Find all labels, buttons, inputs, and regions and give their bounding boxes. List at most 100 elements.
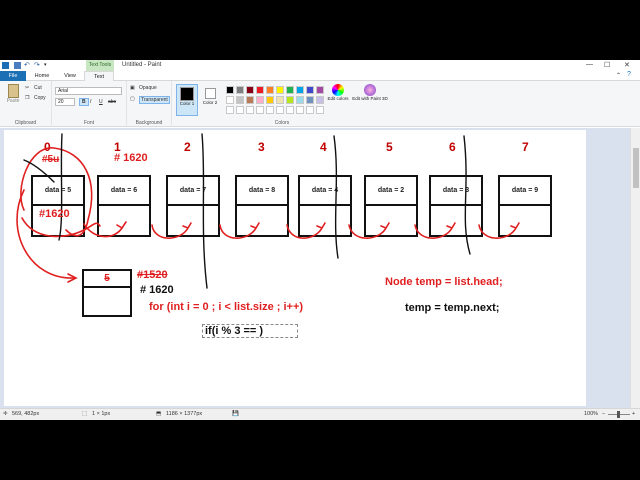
minimize-button[interactable]: — bbox=[586, 61, 593, 68]
ink-link-arrow bbox=[83, 221, 127, 238]
copy-button[interactable]: Copy bbox=[34, 95, 46, 101]
collapse-ribbon-icon[interactable]: ⌃ bbox=[616, 72, 621, 79]
zoom-in-button[interactable]: + bbox=[632, 411, 635, 417]
palette-swatch[interactable] bbox=[246, 96, 254, 104]
palette-swatch[interactable] bbox=[236, 86, 244, 94]
ink-link-arrow bbox=[348, 222, 390, 239]
paste-button[interactable]: Paste bbox=[4, 84, 22, 110]
palette-swatch-empty[interactable] bbox=[316, 106, 324, 114]
cursor-position-icon: ✛ bbox=[3, 411, 8, 417]
color1-swatch bbox=[180, 87, 194, 101]
palette-swatch-empty[interactable] bbox=[286, 106, 294, 114]
clipboard-group-label: Clipboard bbox=[14, 120, 37, 126]
paint3d-label: Edit with Paint 3D bbox=[352, 96, 388, 101]
tab-file[interactable]: File bbox=[0, 71, 26, 81]
palette-swatch-empty[interactable] bbox=[226, 106, 234, 114]
palette-swatch[interactable] bbox=[296, 86, 304, 94]
if-condition-textbox[interactable]: if(i % 3 == ) bbox=[202, 324, 299, 338]
font-group-label: Font bbox=[83, 120, 94, 126]
color1-button[interactable]: Color 1 bbox=[176, 84, 198, 116]
palette-swatch[interactable] bbox=[266, 86, 274, 94]
help-icon[interactable]: ? bbox=[627, 71, 631, 78]
palette-swatch[interactable] bbox=[296, 96, 304, 104]
edit-colors-label: Edit colors bbox=[327, 96, 349, 101]
background-group-label: Background bbox=[135, 120, 163, 126]
zoom-slider[interactable] bbox=[608, 411, 630, 418]
scroll-thumb[interactable] bbox=[633, 148, 639, 188]
palette-swatch[interactable] bbox=[316, 86, 324, 94]
palette-swatch[interactable] bbox=[226, 96, 234, 104]
palette-swatch-empty[interactable] bbox=[256, 106, 264, 114]
canvas-area[interactable]: 01234567 data = 5 data = 6 data = 7 data = … bbox=[0, 128, 640, 408]
zoom-slider-thumb[interactable] bbox=[617, 411, 620, 418]
strikethrough-button[interactable]: abc bbox=[108, 99, 116, 105]
font-group: Arial 20 B I U abc Font bbox=[52, 81, 127, 127]
palette-swatch[interactable] bbox=[286, 86, 294, 94]
temp-struck-address: #1520 bbox=[137, 269, 168, 281]
palette-swatch[interactable] bbox=[316, 96, 324, 104]
tab-text[interactable]: Text bbox=[84, 71, 114, 81]
italic-button[interactable]: I bbox=[90, 99, 91, 105]
temp-node-box: 5 bbox=[82, 269, 132, 317]
customize-quick-access-icon[interactable]: ▾ bbox=[44, 62, 51, 69]
palette-swatch[interactable] bbox=[276, 86, 284, 94]
paint-app-icon bbox=[2, 62, 9, 69]
ribbon-tabs: File Home View Text ⌃ ? bbox=[0, 71, 640, 81]
save-icon[interactable] bbox=[14, 62, 21, 69]
palette-swatch[interactable] bbox=[226, 86, 234, 94]
palette-swatch[interactable] bbox=[306, 96, 314, 104]
paste-label: Paste bbox=[6, 98, 20, 104]
paste-icon bbox=[7, 84, 19, 98]
drawing-canvas[interactable]: 01234567 data = 5 data = 6 data = 7 data = … bbox=[4, 130, 586, 406]
for-loop-text: for (int i = 0 ; i < list.size ; i++) bbox=[149, 301, 304, 313]
underline-button[interactable]: U bbox=[99, 99, 103, 105]
paint3d-icon bbox=[364, 84, 376, 96]
palette-swatch[interactable] bbox=[256, 96, 264, 104]
undo-icon[interactable]: ↶ bbox=[24, 62, 31, 69]
palette-swatch-empty[interactable] bbox=[236, 106, 244, 114]
palette-swatch-empty[interactable] bbox=[296, 106, 304, 114]
opaque-icon: ▣ bbox=[130, 85, 135, 91]
zoom-out-button[interactable]: − bbox=[602, 411, 605, 417]
palette-swatch-empty[interactable] bbox=[276, 106, 284, 114]
transparent-button[interactable]: Transparent bbox=[139, 96, 170, 104]
save-status-icon: 💾 bbox=[232, 411, 239, 417]
close-button[interactable]: ✕ bbox=[624, 61, 630, 69]
palette-swatch-empty[interactable] bbox=[246, 106, 254, 114]
paint-window: ↶ ↷ ▾ Text Tools Untitled - Paint — ☐ ✕ … bbox=[0, 60, 640, 420]
palette-swatch[interactable] bbox=[236, 96, 244, 104]
font-family-select[interactable]: Arial bbox=[55, 87, 122, 95]
palette-swatch[interactable] bbox=[286, 96, 294, 104]
vertical-scrollbar[interactable] bbox=[630, 128, 640, 408]
opaque-button[interactable]: Opaque bbox=[139, 85, 157, 91]
palette-swatch[interactable] bbox=[266, 96, 274, 104]
palette-swatch[interactable] bbox=[256, 86, 264, 94]
paint3d-button[interactable]: Edit with Paint 3D bbox=[352, 84, 388, 118]
palette-swatch[interactable] bbox=[276, 96, 284, 104]
color2-button[interactable]: Color 2 bbox=[200, 84, 220, 116]
node-temp-assignment: Node temp = list.head; bbox=[385, 276, 503, 288]
maximize-button[interactable]: ☐ bbox=[604, 61, 610, 69]
status-bar: ✛ 569, 482px ⬚ 1 × 1px ⬒ 1186 × 1377px 💾… bbox=[0, 408, 640, 420]
canvas-size: 1186 × 1377px bbox=[166, 411, 203, 417]
palette-swatch-empty[interactable] bbox=[266, 106, 274, 114]
bold-button[interactable]: B bbox=[79, 98, 89, 106]
ink-annotations bbox=[16, 133, 520, 289]
edit-colors-button[interactable]: Edit colors bbox=[326, 84, 350, 118]
redo-icon[interactable]: ↷ bbox=[34, 62, 41, 69]
cut-button[interactable]: Cut bbox=[34, 85, 42, 91]
tab-home[interactable]: Home bbox=[28, 71, 56, 81]
palette-swatch-empty[interactable] bbox=[306, 106, 314, 114]
title-bar: ↶ ↷ ▾ Text Tools Untitled - Paint — ☐ ✕ bbox=[0, 60, 640, 71]
colors-group-label: Colors bbox=[274, 120, 290, 126]
color2-swatch bbox=[204, 88, 216, 99]
ribbon: Paste ✂ Cut ❐ Copy Clipboard Arial 20 B … bbox=[0, 81, 640, 127]
font-size-select[interactable]: 20 bbox=[55, 98, 75, 106]
cursor-position: 569, 482px bbox=[12, 411, 40, 417]
temp-address: # 1620 bbox=[140, 284, 174, 296]
ink-link-arrow bbox=[219, 222, 260, 239]
palette-swatch[interactable] bbox=[246, 86, 254, 94]
tab-view[interactable]: View bbox=[58, 71, 82, 81]
ink-link-arrow bbox=[286, 222, 326, 239]
palette-swatch[interactable] bbox=[306, 86, 314, 94]
